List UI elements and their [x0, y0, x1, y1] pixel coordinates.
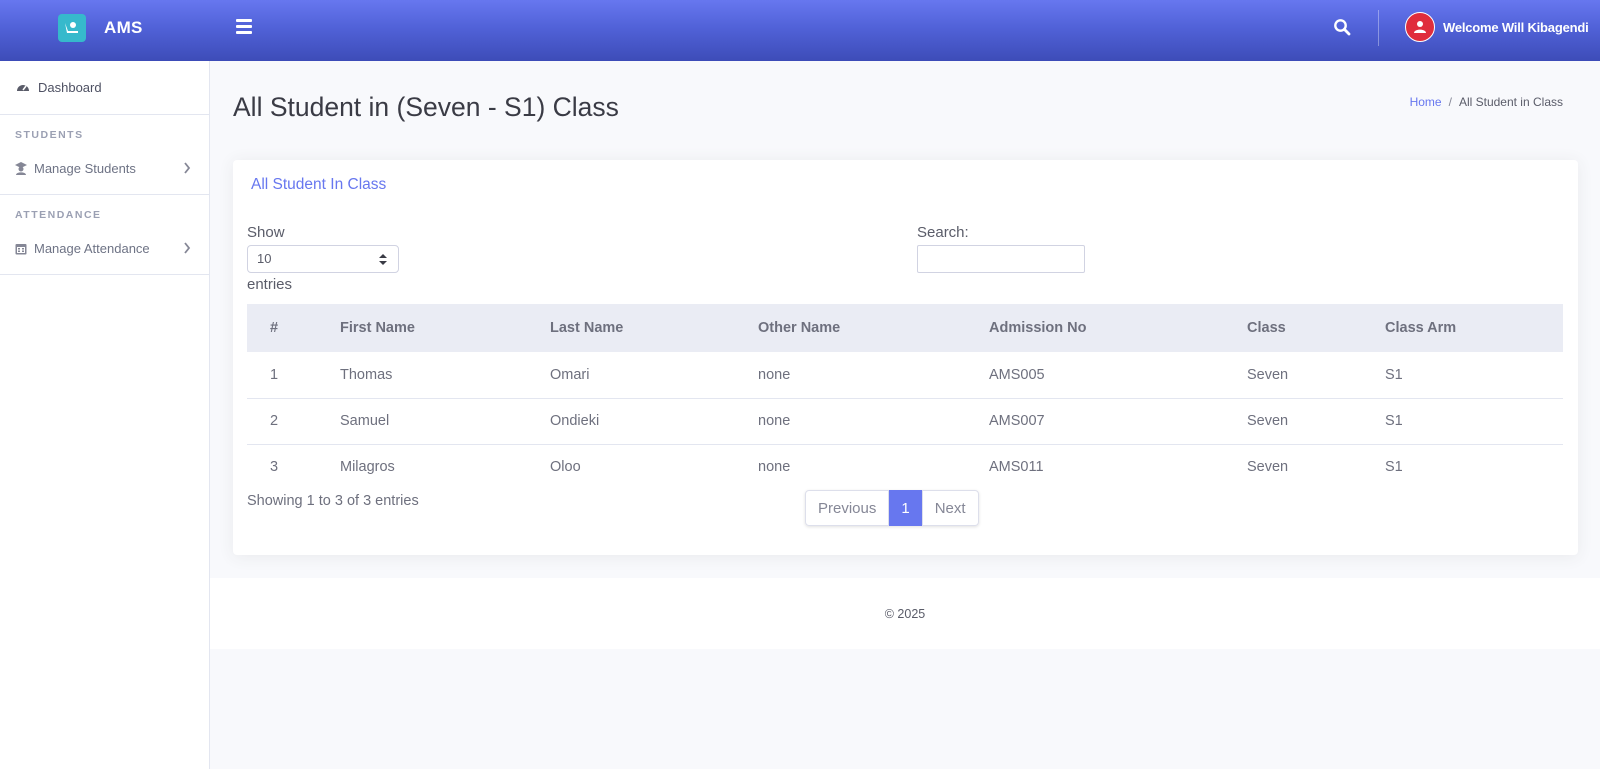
cell-class-arm: S1: [1385, 443, 1563, 490]
chevron-right-icon: [184, 242, 191, 254]
column-header-other-name[interactable]: Other Name: [758, 304, 989, 352]
breadcrumb-current: All Student in Class: [1458, 95, 1563, 109]
column-header-number[interactable]: #: [247, 304, 340, 352]
breadcrumb-separator: /: [1448, 95, 1452, 109]
topbar-divider: [1378, 10, 1379, 46]
table-row: 1 Thomas Omari none AMS005 Seven S1: [247, 352, 1563, 398]
sidebar-divider: [0, 263, 209, 275]
table-row: 2 Samuel Ondieki none AMS007 Seven S1: [247, 397, 1563, 444]
topbar: AMS Welcome Will Kibagendi: [0, 0, 1600, 61]
tachometer-icon: [17, 84, 29, 91]
user-icon: [1414, 21, 1426, 33]
cell-other-name: none: [758, 366, 791, 383]
page-title: All Student in (Seven - S1) Class: [233, 92, 619, 122]
column-header-class[interactable]: Class: [1247, 304, 1385, 352]
entries-length-select[interactable]: 10: [247, 245, 399, 273]
user-menu[interactable]: Welcome Will Kibagendi: [1405, 12, 1589, 42]
students-table: # First Name Last Name Other Name Admiss…: [247, 304, 1563, 490]
card-title: All Student In Class: [251, 176, 387, 193]
sidebar: Dashboard STUDENTS Manage Students ATTEN…: [0, 61, 210, 769]
cell-admission-no: AMS007: [989, 397, 1247, 444]
cell-number: 3: [247, 443, 340, 490]
search-label: Search:: [917, 224, 969, 241]
length-label-entries: entries: [247, 276, 293, 293]
graduate-icon: [15, 161, 27, 175]
pagination-page-button[interactable]: 1: [889, 490, 922, 526]
sidebar-item-label: Manage Students: [34, 160, 136, 176]
footer: © 2025: [210, 578, 1600, 649]
pagination-next-button[interactable]: Next: [921, 490, 979, 526]
cell-last-name: Ondieki: [550, 397, 758, 444]
sidebar-toggle-icon[interactable]: [236, 19, 252, 35]
cell-first-name: Milagros: [340, 443, 550, 490]
table-row: 3 Milagros Oloo none AMS011 Seven S1: [247, 443, 1563, 490]
search-icon[interactable]: [1333, 18, 1353, 38]
user-greeting: Welcome Will Kibagendi: [1443, 19, 1589, 35]
cell-other-name: none: [758, 443, 989, 490]
brand-logo-icon: [58, 14, 86, 42]
cell-number: 1: [270, 366, 279, 383]
cell-class: Seven: [1247, 366, 1289, 383]
sidebar-heading-attendance: ATTENDANCE: [15, 209, 102, 221]
entries-length-value: 10: [257, 251, 272, 266]
sort-arrows-icon: [379, 254, 387, 265]
sidebar-heading-students: STUDENTS: [15, 129, 84, 141]
cell-number: 2: [247, 397, 340, 444]
breadcrumb-home-link[interactable]: Home: [1410, 95, 1442, 109]
column-header-class-arm[interactable]: Class Arm: [1385, 304, 1563, 352]
brand-name: AMS: [104, 18, 143, 37]
cell-class: Seven: [1247, 397, 1385, 444]
sidebar-item-manage-students[interactable]: Manage Students: [0, 153, 209, 183]
cell-first-name: Samuel: [340, 397, 550, 444]
column-header-first-name[interactable]: First Name: [340, 304, 550, 352]
cell-admission-no: AMS005: [989, 366, 1045, 383]
table-header-row: # First Name Last Name Other Name Admiss…: [247, 304, 1563, 352]
brand[interactable]: AMS: [58, 14, 143, 42]
chevron-right-icon: [184, 162, 191, 174]
breadcrumb: Home / All Student in Class: [1410, 95, 1563, 109]
cell-other-name: none: [758, 397, 989, 444]
pagination: Previous 1 Next: [805, 490, 979, 526]
copyright-text: © 2025: [884, 606, 926, 621]
sidebar-item-dashboard[interactable]: Dashboard: [0, 61, 209, 115]
cell-first-name: Thomas: [340, 366, 393, 383]
calendar-icon: [15, 243, 27, 254]
cell-class-arm: S1: [1385, 366, 1403, 383]
table-info: Showing 1 to 3 of 3 entries: [247, 493, 419, 509]
sidebar-divider: [0, 183, 209, 195]
avatar: [1405, 12, 1435, 42]
sidebar-item-label: Dashboard: [38, 80, 102, 95]
length-label: Show: [247, 224, 285, 241]
cell-class-arm: S1: [1385, 397, 1563, 444]
sidebar-item-manage-attendance[interactable]: Manage Attendance: [0, 233, 209, 263]
search-input[interactable]: [917, 245, 1085, 273]
sidebar-item-label: Manage Attendance: [34, 240, 150, 256]
column-header-last-name[interactable]: Last Name: [550, 304, 758, 352]
pagination-previous-button[interactable]: Previous: [805, 490, 890, 526]
students-card: All Student In Class Show 10 entries Sea…: [233, 160, 1578, 555]
column-header-admission-no[interactable]: Admission No: [989, 304, 1247, 352]
cell-last-name: Oloo: [550, 443, 758, 490]
cell-admission-no: AMS011: [989, 443, 1247, 490]
cell-class: Seven: [1247, 443, 1385, 490]
cell-last-name: Omari: [550, 366, 590, 383]
